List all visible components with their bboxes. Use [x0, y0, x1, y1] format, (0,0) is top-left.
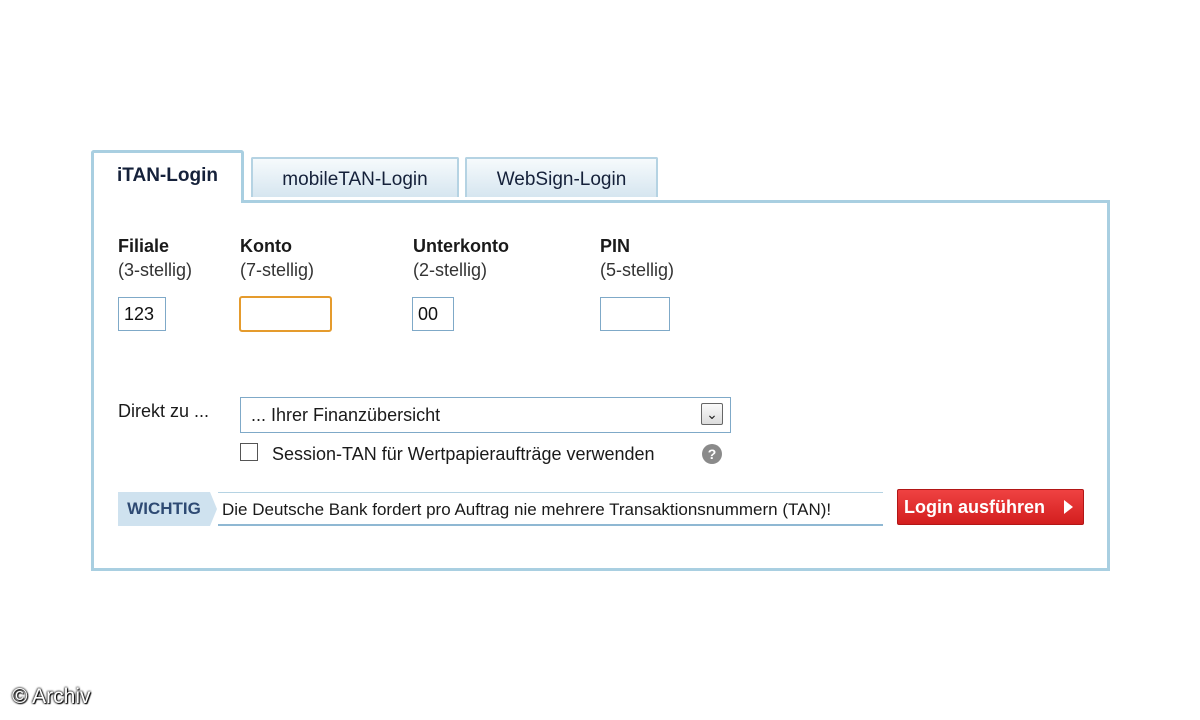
- unterkonto-label: Unterkonto: [413, 236, 509, 256]
- copyright-watermark: © Archiv: [12, 685, 91, 708]
- filiale-label: Filiale: [118, 236, 170, 256]
- tab-itan-login[interactable]: iTAN-Login: [91, 150, 244, 203]
- chevron-down-icon[interactable]: ⌄: [701, 403, 723, 425]
- konto-label: Konto: [240, 236, 292, 256]
- unterkonto-label-group: Unterkonto (2-stellig): [413, 234, 509, 282]
- tab-websign-login[interactable]: WebSign-Login: [465, 157, 658, 197]
- konto-hint: (7-stellig): [240, 260, 315, 280]
- direkt-zu-selected-value: ... Ihrer Finanzübersicht: [251, 405, 441, 425]
- pin-label: PIN: [600, 236, 631, 256]
- notice-badge: WICHTIG: [118, 492, 210, 526]
- unterkonto-input[interactable]: [412, 297, 454, 331]
- login-panel: Filiale (3-stellig) Konto (7-stellig) Un…: [91, 200, 1110, 571]
- session-tan-label[interactable]: Session-TAN für Wertpapieraufträge verwe…: [272, 442, 655, 466]
- notice-text: Die Deutsche Bank fordert pro Auftrag ni…: [218, 492, 883, 526]
- konto-input[interactable]: [239, 296, 332, 332]
- filiale-hint: (3-stellig): [118, 260, 193, 280]
- filiale-input[interactable]: [118, 297, 166, 331]
- session-tan-checkbox[interactable]: [240, 443, 258, 461]
- login-button[interactable]: Login ausführen: [897, 489, 1084, 525]
- konto-label-group: Konto (7-stellig): [240, 234, 314, 282]
- pin-label-group: PIN (5-stellig): [600, 234, 674, 282]
- pin-input[interactable]: [600, 297, 670, 331]
- direkt-zu-select[interactable]: ... Ihrer Finanzübersicht ⌄: [240, 397, 731, 433]
- filiale-label-group: Filiale (3-stellig): [118, 234, 192, 282]
- login-button-label: Login ausführen: [904, 497, 1045, 517]
- notice-badge-arrow: [210, 492, 217, 526]
- tab-mobiletan-login[interactable]: mobileTAN-Login: [251, 157, 459, 197]
- direkt-zu-label: Direkt zu ...: [118, 401, 210, 421]
- question-icon[interactable]: ?: [702, 444, 722, 464]
- unterkonto-hint: (2-stellig): [413, 260, 488, 280]
- arrow-right-icon: [1064, 500, 1073, 514]
- pin-hint: (5-stellig): [600, 260, 675, 280]
